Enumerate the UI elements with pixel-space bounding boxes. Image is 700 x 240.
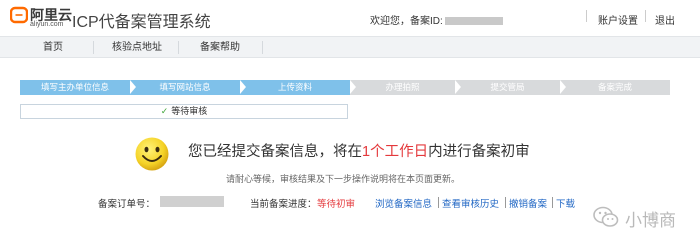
- step-submit-bureau: 提交管局: [490, 82, 525, 92]
- message-highlight: 1个工作日: [362, 144, 429, 160]
- watermark: 小博商: [593, 203, 697, 233]
- masked-order-number: [160, 196, 224, 207]
- message-part1: 您已经提交备案信息，将在: [188, 144, 362, 160]
- welcome-label: 欢迎您，备案ID:: [370, 16, 443, 27]
- action-divider: [552, 197, 553, 208]
- nav-item-verification-address[interactable]: 核验点地址: [102, 37, 172, 58]
- watermark-text: 小博商: [625, 211, 676, 230]
- message-part2: 内进行备案初审: [428, 144, 530, 160]
- step-separator-arrow: [560, 80, 566, 94]
- status-indicator: ✓ 等待审核: [20, 104, 348, 119]
- view-review-history-link[interactable]: 查看审核历史: [442, 196, 499, 210]
- progress-status-value: 等待初审: [317, 199, 356, 210]
- step-separator-arrow: [130, 80, 136, 94]
- masked-user-id: [444, 17, 503, 26]
- status-text: 等待审核: [171, 106, 208, 116]
- smiley-icon: [135, 137, 169, 171]
- nav-divider: [262, 41, 263, 54]
- site-title: ICP代备案管理系统: [72, 14, 211, 31]
- view-filing-info-link[interactable]: 浏览备案信息: [375, 196, 432, 210]
- aliyun-logo-icon: [10, 6, 28, 24]
- header-divider: [645, 10, 646, 22]
- aliyun-logo[interactable]: 阿里云 aliyun.com: [10, 5, 72, 31]
- welcome-text: 欢迎您，备案ID:: [370, 12, 503, 27]
- progress-steps: 填写主办单位信息 填写网站信息 上传资料 办理拍照 提交管局 备案完成: [20, 80, 670, 95]
- step-complete: 备案完成: [597, 82, 632, 92]
- step-separator-arrow: [350, 80, 356, 94]
- wechat-icon: [593, 206, 619, 227]
- header-divider: [586, 10, 587, 22]
- header: 阿里云 aliyun.com ICP代备案管理系统 欢迎您，备案ID: 账户设置…: [0, 0, 700, 36]
- nav-item-help[interactable]: 备案帮助: [185, 37, 255, 58]
- main-nav: 首页 核验点地址 备案帮助: [0, 36, 700, 58]
- account-settings-link[interactable]: 账户设置: [598, 12, 638, 27]
- step-upload-docs: 上传资料: [240, 80, 350, 95]
- order-number-label: 备案订单号：: [98, 199, 156, 210]
- nav-divider: [178, 41, 179, 54]
- cancel-filing-link[interactable]: 撤销备案: [509, 196, 547, 210]
- progress-label: 当前备案进度：: [250, 199, 317, 210]
- step-company-info: 填写主办单位信息: [20, 80, 130, 95]
- submission-message: 您已经提交备案信息，将在1个工作日内进行备案初审: [188, 140, 530, 161]
- step-photo: 办理拍照: [385, 82, 420, 92]
- nav-divider: [93, 41, 94, 54]
- logout-link[interactable]: 退出: [655, 12, 675, 27]
- action-divider: [438, 197, 439, 208]
- logo-domain: aliyun.com: [30, 21, 64, 28]
- step-website-info: 填写网站信息: [130, 80, 240, 95]
- submission-hint: 请耐心等候，审核结果及下一步操作说明将在本页面更新。: [226, 174, 461, 184]
- status-label: ✓ 等待审核: [21, 105, 347, 118]
- nav-item-home[interactable]: 首页: [18, 37, 88, 58]
- check-icon: ✓: [160, 106, 169, 116]
- step-separator-arrow: [240, 80, 246, 94]
- action-divider: [505, 197, 506, 208]
- step-separator-arrow: [455, 80, 461, 94]
- download-link[interactable]: 下载: [556, 196, 575, 210]
